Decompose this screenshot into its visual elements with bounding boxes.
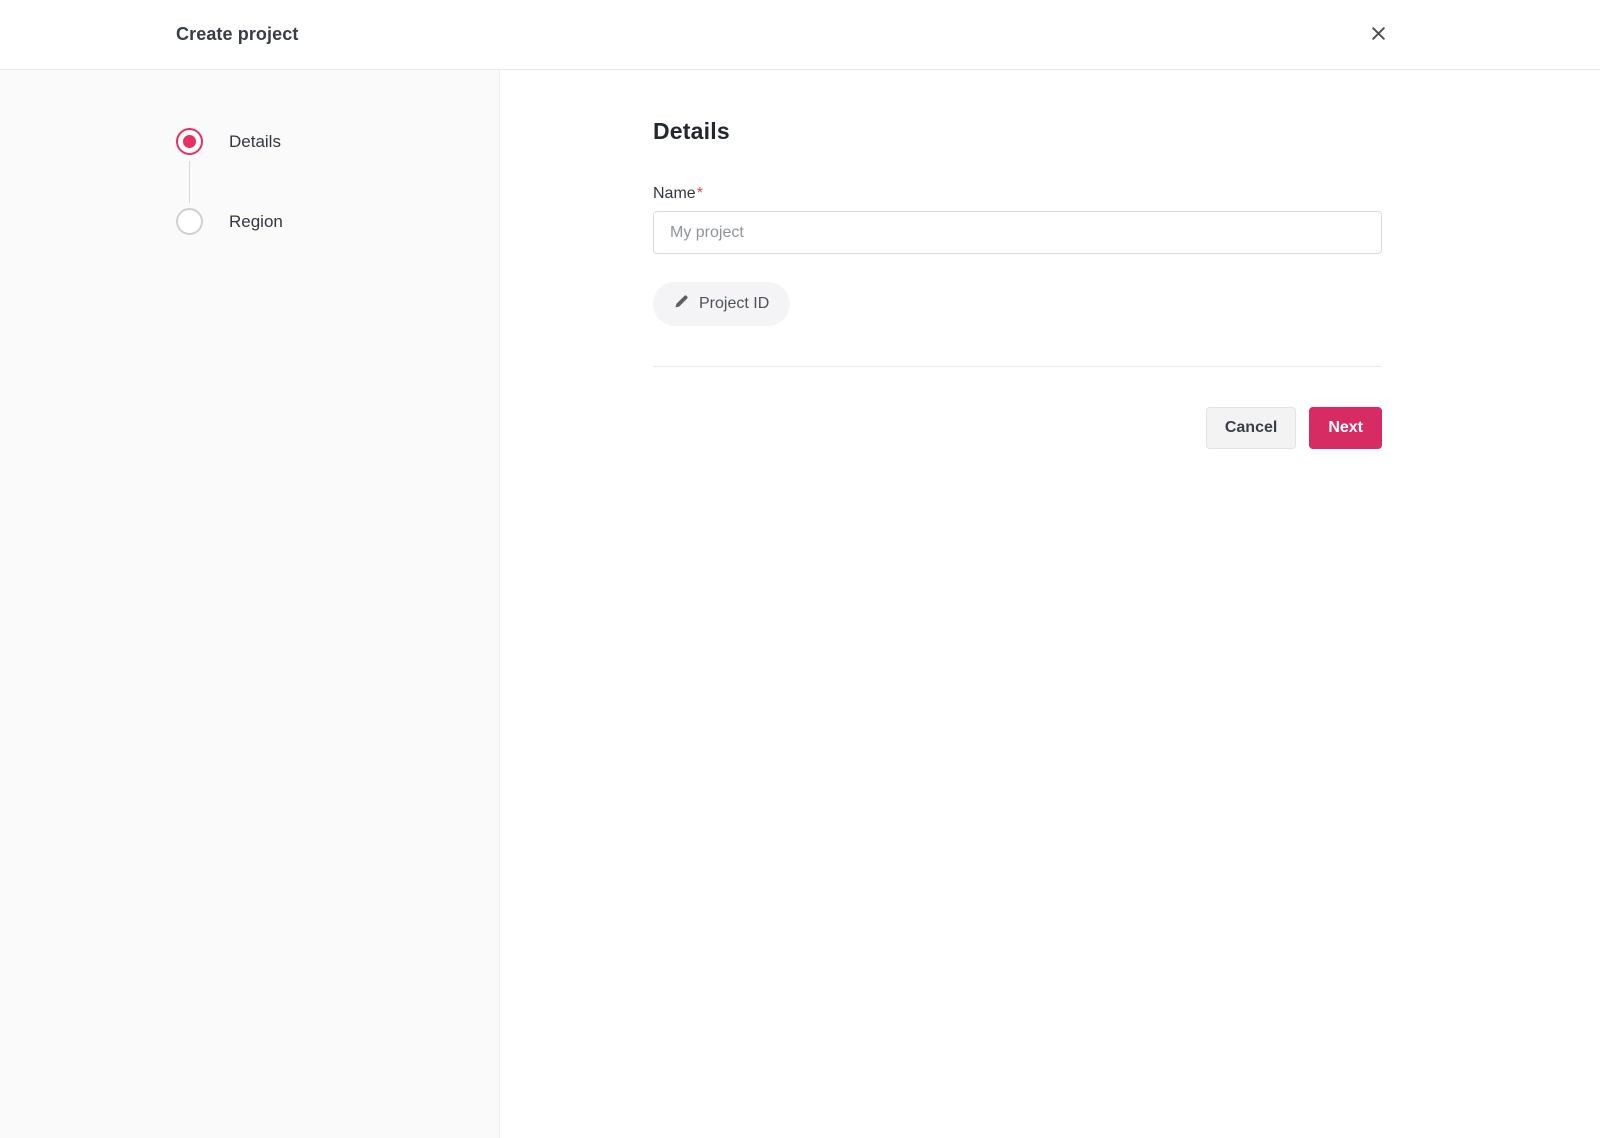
name-field-group: Name* <box>653 185 1382 254</box>
content-column: Details Name* Project ID <box>653 118 1382 449</box>
step-label: Region <box>229 211 283 231</box>
step-label: Details <box>229 131 281 151</box>
stepper-sidebar: Details Region <box>0 70 500 1138</box>
stepper-step-details[interactable]: Details <box>176 128 499 155</box>
step-active-radio-icon <box>176 128 203 155</box>
modal-title: Create project <box>176 24 299 44</box>
section-divider <box>653 366 1382 367</box>
name-field-label: Name* <box>653 185 1382 203</box>
required-asterisk: * <box>696 185 703 202</box>
actions-row: Cancel Next <box>653 407 1382 449</box>
modal-body: Details Region Details Name* My project … <box>0 70 1600 1138</box>
close-button[interactable] <box>1364 21 1392 49</box>
name-label-text: Name <box>653 185 696 202</box>
cancel-button[interactable]: Cancel <box>1205 407 1297 449</box>
project-id-button[interactable]: Project ID <box>653 282 791 326</box>
close-icon <box>1369 24 1388 46</box>
create-project-modal: Create project Details Region Details Na… <box>0 0 1600 1138</box>
next-button[interactable]: Next <box>1309 407 1382 449</box>
modal-header: Create project <box>0 0 1600 70</box>
step-connector-line <box>189 161 190 203</box>
section-title: Details <box>653 118 730 144</box>
main-panel: Details Name* Project ID <box>500 70 1600 1138</box>
project-name-input[interactable] <box>653 211 1382 254</box>
stepper-step-region[interactable]: Region <box>176 208 499 235</box>
project-id-button-label: Project ID <box>699 295 770 312</box>
pencil-icon <box>674 294 689 314</box>
step-inactive-radio-icon <box>176 208 203 235</box>
